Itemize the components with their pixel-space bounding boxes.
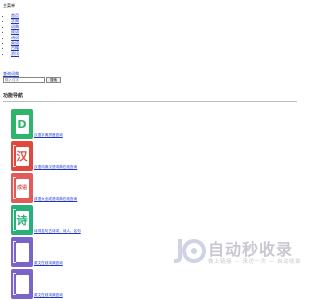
tool-item: 诗 诗词名句古诗词，诗人，名句 bbox=[11, 203, 81, 235]
book-spine bbox=[13, 273, 16, 295]
tool-link[interactable]: 成语大全成语词典在线查询 bbox=[34, 197, 77, 202]
search-button[interactable]: 搜索 bbox=[46, 77, 61, 83]
poetry-book-icon[interactable]: 诗 bbox=[11, 205, 33, 235]
tool-icon-glyph: 汉 bbox=[15, 146, 29, 166]
tool-item: 英文在线词典查询 bbox=[11, 267, 81, 299]
english-book-icon[interactable] bbox=[11, 237, 33, 267]
tool-link[interactable]: 汉语字典拼音查询 bbox=[34, 133, 63, 138]
nav-link-shici[interactable]: 诗词 bbox=[11, 35, 19, 40]
nav-list: 首页 字典 词典 成语 诗词 英语 古籍 资讯 bbox=[4, 13, 19, 56]
tool-item: 成语 成语大全成语词典在线查询 bbox=[11, 171, 81, 203]
nav-link-news[interactable]: 资讯 bbox=[11, 51, 19, 56]
tool-icon-glyph: 成语 bbox=[15, 178, 29, 198]
nav-link-chengyu[interactable]: 成语 bbox=[11, 29, 19, 34]
watermark: 自动秒收录 做上链接 — 来访一次 — 自动收录 bbox=[172, 233, 301, 273]
tool-icon-glyph bbox=[15, 274, 29, 294]
tool-item: 英文在线词典查询 bbox=[11, 235, 81, 267]
idiom-book-icon[interactable]: 成语 bbox=[11, 173, 33, 203]
book-spine bbox=[13, 241, 16, 263]
nav-item-news: 资讯 bbox=[11, 51, 19, 56]
tool-list: D 汉语字典拼音查询 汉 汉语词典汉语词典在线查询 成语 成语大全成语词典在线查… bbox=[4, 107, 81, 299]
tool-link[interactable]: 汉语词典汉语词典在线查询 bbox=[34, 165, 77, 170]
search-form: 搜索 bbox=[3, 77, 61, 83]
section-title: 功能导航 bbox=[3, 93, 24, 99]
english-book-icon[interactable] bbox=[11, 269, 33, 299]
tool-link[interactable]: 英文在线词典查询 bbox=[34, 293, 63, 298]
watermark-logo-icon bbox=[174, 239, 206, 263]
book-spine bbox=[13, 209, 16, 231]
main-menu-label[interactable]: 主菜单 bbox=[3, 3, 15, 9]
nav-link-guji[interactable]: 古籍 bbox=[11, 45, 19, 50]
search-input[interactable] bbox=[3, 77, 45, 83]
tool-icon-glyph bbox=[15, 242, 29, 262]
dictionary-d-icon[interactable]: D bbox=[11, 109, 33, 139]
nav-link-zidian[interactable]: 字典 bbox=[11, 18, 19, 23]
tool-link[interactable]: 诗词名句古诗词，诗人，名句 bbox=[34, 229, 81, 234]
hanzi-book-icon[interactable]: 汉 bbox=[11, 141, 33, 171]
book-spine bbox=[13, 145, 16, 167]
tool-item: 汉 汉语词典汉语词典在线查询 bbox=[11, 139, 81, 171]
tool-link[interactable]: 英文在线词典查询 bbox=[34, 261, 63, 266]
tool-icon-glyph: 诗 bbox=[15, 210, 29, 230]
book-spine bbox=[13, 177, 16, 199]
watermark-subtitle: 做上链接 — 来访一次 — 自动收录 bbox=[208, 259, 301, 265]
divider bbox=[3, 101, 297, 102]
tool-icon-glyph: D bbox=[15, 114, 29, 134]
tool-item: D 汉语字典拼音查询 bbox=[11, 107, 81, 139]
